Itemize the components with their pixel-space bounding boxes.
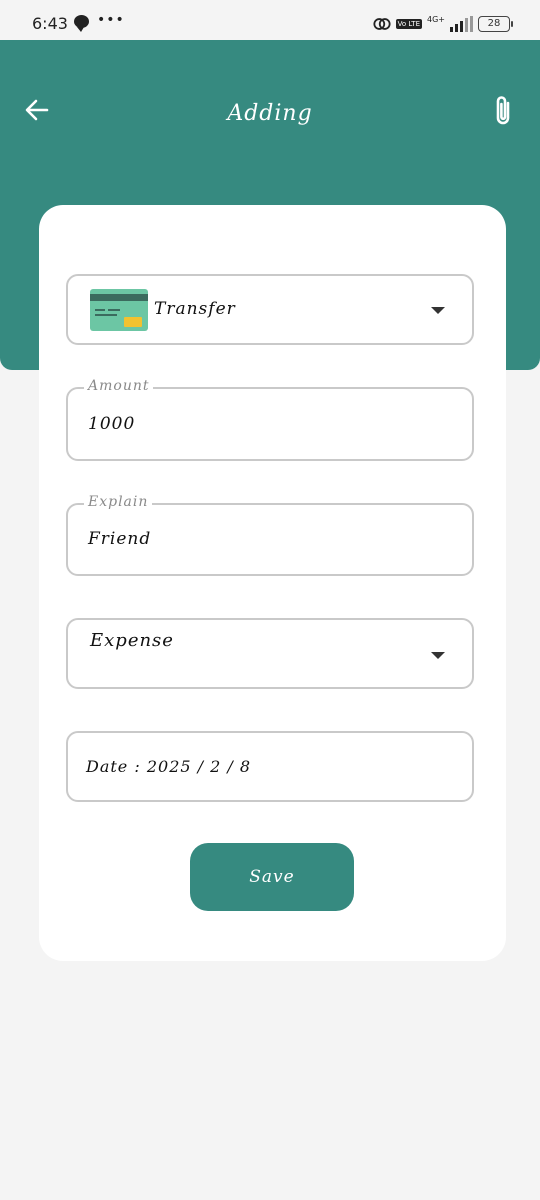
explain-value: Friend: [88, 529, 152, 549]
amount-label: Amount: [84, 378, 154, 394]
explain-field[interactable]: Explain Friend: [66, 494, 474, 576]
battery-icon: 28: [478, 16, 513, 32]
payment-type-dropdown[interactable]: Transfer: [66, 274, 474, 345]
amount-field[interactable]: Amount 1000: [66, 378, 474, 461]
page-title: Adding: [227, 101, 313, 126]
status-icons: Vo LTE 4G+ 28: [373, 13, 513, 35]
hotspot-icon: [373, 18, 391, 30]
status-bar: 6:43 ••• Vo LTE 4G+ 28: [0, 0, 540, 40]
network-type: 4G+: [427, 14, 445, 24]
volte-badge: Vo LTE: [395, 19, 422, 29]
date-value: Date : 2025 / 2 / 8: [86, 757, 252, 776]
more-notifications-icon: •••: [97, 12, 125, 28]
category-value: Expense: [90, 630, 174, 651]
amount-value: 1000: [88, 414, 136, 434]
chat-bubble-icon: [74, 15, 89, 32]
chevron-down-icon: [431, 307, 445, 314]
status-time: 6:43: [32, 14, 68, 33]
credit-card-icon: [90, 289, 148, 331]
category-dropdown[interactable]: Expense: [66, 618, 474, 689]
payment-type-value: Transfer: [154, 299, 236, 319]
chevron-down-icon: [431, 652, 445, 659]
signal-strength-icon: [450, 16, 473, 32]
paperclip-icon[interactable]: [490, 94, 516, 128]
save-button[interactable]: Save: [190, 843, 354, 911]
explain-label: Explain: [84, 494, 153, 510]
date-picker-field[interactable]: Date : 2025 / 2 / 8: [66, 731, 474, 802]
